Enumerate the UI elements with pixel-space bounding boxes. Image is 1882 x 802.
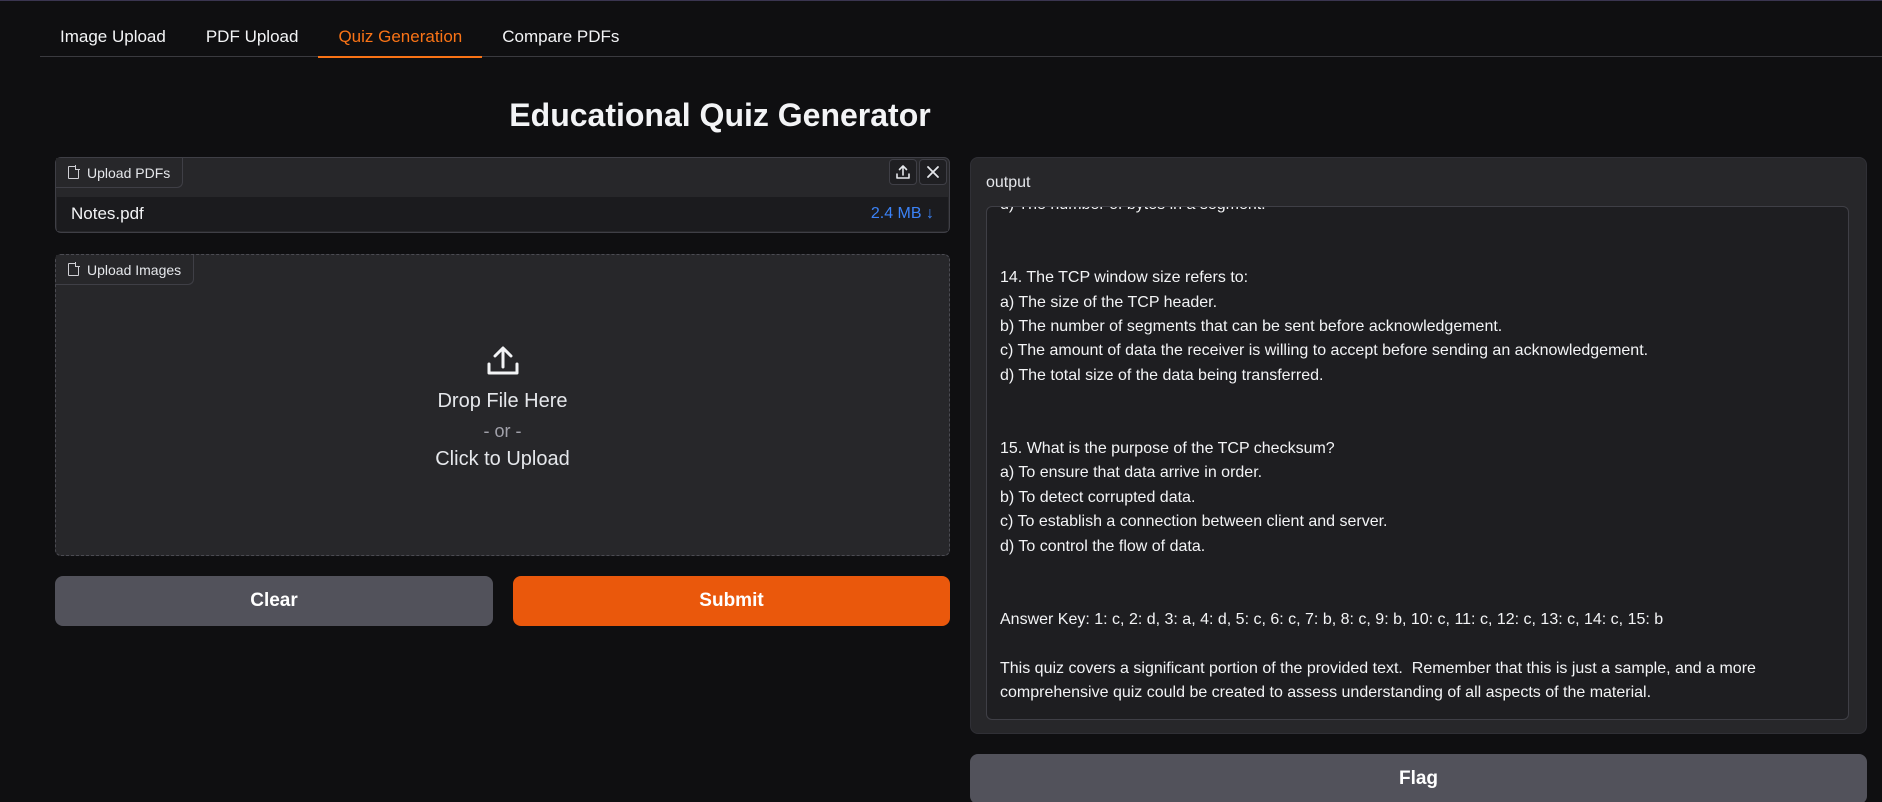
output-panel: output d) The number of bytes in a segme…: [970, 157, 1867, 734]
close-icon[interactable]: [919, 159, 947, 185]
output-textbox[interactable]: d) The number of bytes in a segment. 14.…: [986, 206, 1849, 720]
output-label: output: [986, 174, 1031, 191]
pdf-upload-panel[interactable]: Upload PDFs Notes.pdf 2.4 MB ↓: [55, 157, 950, 233]
or-text: - or -: [483, 421, 522, 441]
upload-icon[interactable]: [889, 159, 917, 185]
drop-area[interactable]: Drop File Here - or - Click to Upload: [56, 345, 949, 471]
uploaded-file-row: Notes.pdf 2.4 MB ↓: [57, 197, 948, 231]
image-upload-label-text: Upload Images: [87, 261, 182, 278]
file-icon: [68, 165, 80, 179]
upload-arrow-icon: [896, 165, 910, 179]
file-icon: [68, 262, 80, 276]
clear-button[interactable]: Clear: [55, 576, 493, 626]
tab-quiz-generation[interactable]: Quiz Generation: [318, 13, 483, 58]
image-upload-dropzone[interactable]: Upload Images Drop File Here - or - Clic…: [55, 254, 950, 556]
x-icon: [927, 166, 939, 178]
pdf-upload-label: Upload PDFs: [56, 158, 184, 188]
tab-image-upload[interactable]: Image Upload: [40, 13, 186, 57]
flag-button[interactable]: Flag: [970, 754, 1867, 802]
output-text: d) The number of bytes in a segment. 14.…: [1000, 207, 1756, 702]
file-size-download-link[interactable]: 2.4 MB ↓: [871, 205, 934, 223]
submit-button[interactable]: Submit: [513, 576, 950, 626]
click-to-upload-text: Click to Upload: [435, 448, 570, 470]
tab-compare-pdfs[interactable]: Compare PDFs: [482, 13, 639, 57]
upload-icon: [487, 346, 518, 375]
pdf-upload-label-text: Upload PDFs: [87, 164, 171, 181]
tab-bar: Image Upload PDF Upload Quiz Generation …: [40, 13, 1882, 58]
tab-pdf-upload[interactable]: PDF Upload: [186, 13, 319, 57]
file-name: Notes.pdf: [71, 204, 144, 223]
image-upload-label: Upload Images: [56, 255, 195, 285]
drop-file-text: Drop File Here: [437, 390, 568, 412]
page-title: Educational Quiz Generator: [509, 97, 931, 133]
